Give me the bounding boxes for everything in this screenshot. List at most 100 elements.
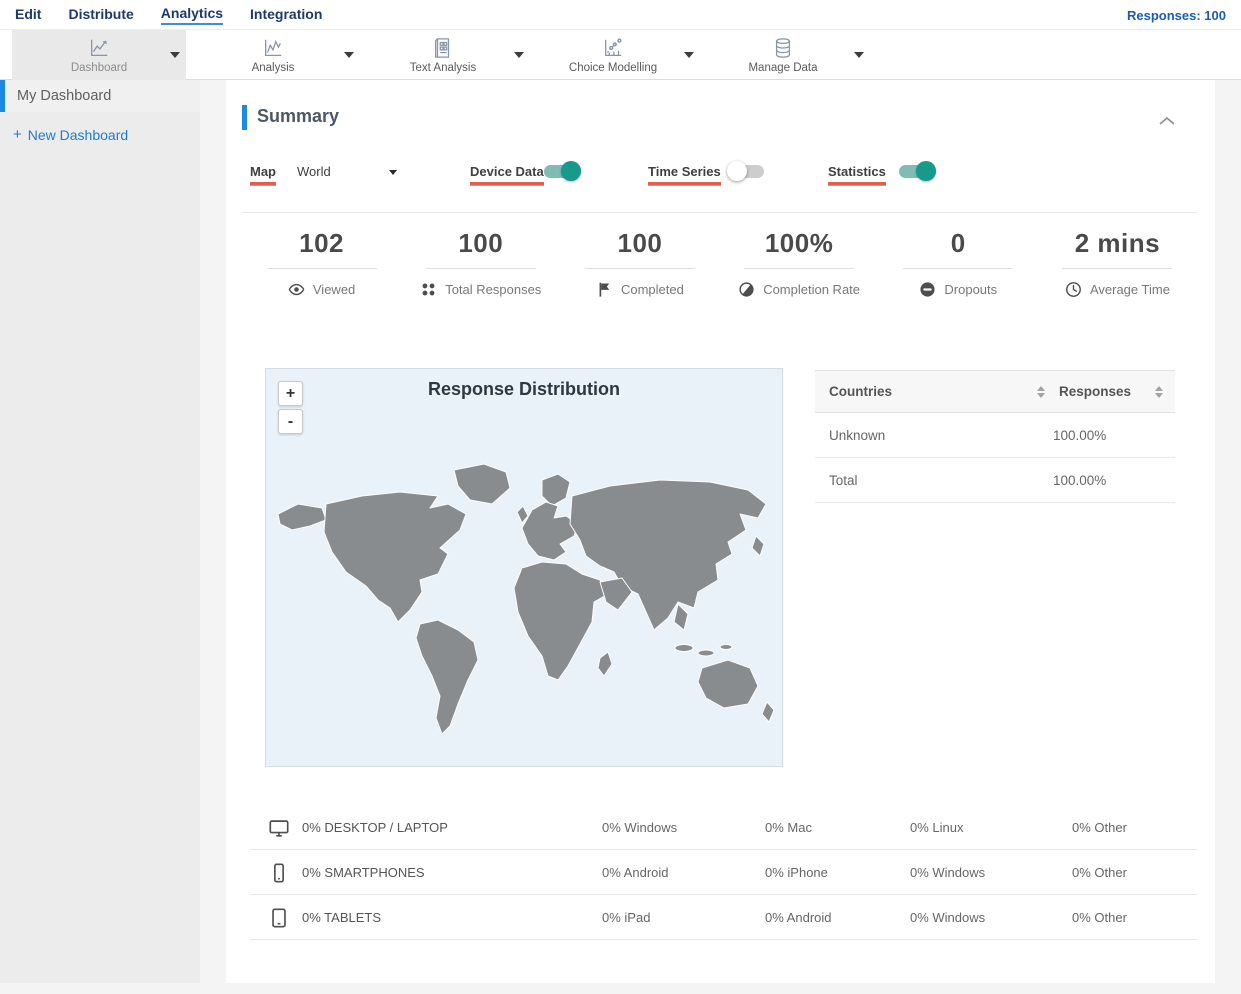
chevron-down-icon[interactable] — [344, 52, 354, 58]
device-stat-cell: 0% Windows — [602, 820, 678, 835]
desktop-icon — [268, 817, 290, 839]
map-title: Response Distribution — [427, 379, 620, 399]
summary-panel: Summary Map World Device Data Time Serie… — [226, 80, 1215, 983]
statistics-label: Statistics — [828, 164, 886, 185]
toolbar-item-label: Dashboard — [70, 62, 128, 74]
map-zoom-in-button[interactable]: + — [278, 381, 303, 406]
toolbar-item-dashboard[interactable]: Dashboard — [12, 30, 186, 80]
analytics-toolbar: Dashboard Analysis Text Analysis Choice … — [0, 30, 1241, 80]
stats-row: 102 Viewed 100 Total Responses 100 Compl… — [242, 228, 1197, 320]
toolbar-item-label: Analysis — [251, 62, 295, 74]
stat-value: 0 — [950, 228, 966, 258]
world-map-graphic[interactable] — [270, 447, 780, 747]
toolbar-item-analysis[interactable]: Analysis — [186, 30, 360, 80]
table-row-desktop: 0% DESKTOP / LAPTOP 0% Windows 0% Mac 0%… — [250, 805, 1197, 850]
active-indicator-bar — [0, 80, 5, 112]
half-circle-icon — [738, 281, 755, 298]
section-accent-bar — [242, 105, 247, 130]
device-data-label: Device Data — [470, 164, 544, 185]
device-stat-cell: 0% iPad — [602, 910, 651, 925]
collapse-section-button[interactable] — [1159, 113, 1175, 125]
sort-icon[interactable] — [1037, 385, 1045, 398]
chevron-down-icon[interactable] — [514, 52, 524, 58]
minus-circle-icon — [919, 281, 936, 298]
map-zoom-out-button[interactable]: - — [278, 409, 303, 434]
countries-column-header[interactable]: Countries — [829, 384, 1037, 399]
chevron-down-icon[interactable] — [684, 52, 694, 58]
stat-value: 102 — [299, 228, 345, 258]
stat-value: 100 — [458, 228, 504, 258]
toggle-knob — [727, 161, 747, 181]
countries-table-header: Countries Responses — [815, 370, 1175, 413]
chevron-down-icon[interactable] — [170, 52, 180, 58]
device-breakdown-table: 0% DESKTOP / LAPTOP 0% Windows 0% Mac 0%… — [250, 805, 1197, 940]
toolbar-item-choice-modelling[interactable]: Choice Modelling — [526, 30, 700, 80]
time-series-label: Time Series — [648, 164, 721, 185]
responses-column-header[interactable]: Responses — [1059, 384, 1155, 399]
country-cell: Total — [829, 472, 858, 488]
device-stat-cell: 0% Linux — [910, 820, 964, 835]
toolbar-item-text-analysis[interactable]: Text Analysis — [356, 30, 530, 80]
line-chart-icon — [86, 36, 112, 60]
device-stat-cell: 0% Other — [1072, 820, 1127, 835]
red-underline — [828, 182, 886, 185]
device-stat-cell: 0% Android — [602, 865, 669, 880]
stat-viewed: 102 Viewed — [242, 228, 401, 320]
stat-value: 2 mins — [1074, 228, 1161, 258]
device-category-cell: 0% TABLETS — [302, 910, 381, 925]
nav-item-analytics[interactable]: Analytics — [160, 5, 224, 25]
stat-rule — [425, 268, 536, 269]
plus-icon: + — [13, 126, 22, 143]
countries-table: Countries Responses Unknown 100.00% Tota… — [815, 370, 1175, 503]
device-category-cell: 0% DESKTOP / LAPTOP — [302, 820, 448, 835]
stat-rule — [1062, 268, 1173, 269]
red-underline — [250, 182, 276, 185]
toggle-knob — [916, 161, 936, 181]
eye-icon — [288, 281, 305, 298]
map-region-select[interactable]: World — [297, 164, 331, 179]
stat-total-responses: 100 Total Responses — [401, 228, 560, 320]
table-row-smartphones: 0% SMARTPHONES 0% Android 0% iPhone 0% W… — [250, 850, 1197, 895]
device-stat-cell: 0% Other — [1072, 865, 1127, 880]
dots-grid-icon — [420, 281, 437, 298]
device-data-toggle[interactable] — [544, 161, 581, 181]
stat-label: Completion Rate — [763, 282, 861, 297]
sidebar-item-my-dashboard[interactable]: My Dashboard — [0, 80, 200, 112]
table-row: Total 100.00% — [815, 458, 1175, 503]
table-row: Unknown 100.00% — [815, 413, 1175, 458]
nav-item-integration[interactable]: Integration — [250, 6, 322, 24]
responses-cell: 100.00% — [1053, 472, 1107, 488]
stat-label: Dropouts — [944, 282, 998, 297]
device-category-cell: 0% SMARTPHONES — [302, 865, 425, 880]
stat-rule — [266, 268, 377, 269]
time-series-toggle[interactable] — [727, 161, 764, 181]
stat-dropouts: 0 Dropouts — [879, 228, 1038, 320]
stat-label: Viewed — [312, 282, 356, 297]
nav-item-edit[interactable]: Edit — [15, 6, 41, 24]
stat-label: Completed — [620, 282, 684, 297]
red-underline — [648, 182, 721, 185]
new-dashboard-button[interactable]: + New Dashboard — [13, 126, 128, 143]
map-control-label: Map — [250, 164, 276, 185]
response-distribution-map: Response Distribution + - — [265, 368, 783, 767]
tablet-icon — [268, 907, 290, 929]
device-stat-cell: 0% Windows — [910, 865, 986, 880]
flag-icon — [596, 281, 613, 298]
device-stat-cell: 0% Mac — [765, 820, 812, 835]
stat-rule — [903, 268, 1014, 269]
toolbar-item-manage-data[interactable]: Manage Data — [696, 30, 870, 80]
sort-icon[interactable] — [1155, 385, 1163, 398]
chevron-down-icon[interactable] — [389, 170, 397, 175]
toolbar-item-label: Text Analysis — [409, 62, 477, 74]
stat-completed: 100 Completed — [560, 228, 719, 320]
stat-completion-rate: 100% Completion Rate — [720, 228, 879, 320]
nav-item-distribute[interactable]: Distribute — [68, 6, 133, 24]
stat-value: 100 — [617, 228, 663, 258]
chevron-down-icon[interactable] — [854, 52, 864, 58]
document-grid-icon — [430, 36, 456, 60]
clock-icon — [1065, 281, 1082, 298]
red-underline — [470, 182, 544, 185]
statistics-toggle[interactable] — [899, 161, 936, 181]
stat-label: Total Responses — [445, 282, 542, 297]
section-divider — [242, 212, 1197, 213]
